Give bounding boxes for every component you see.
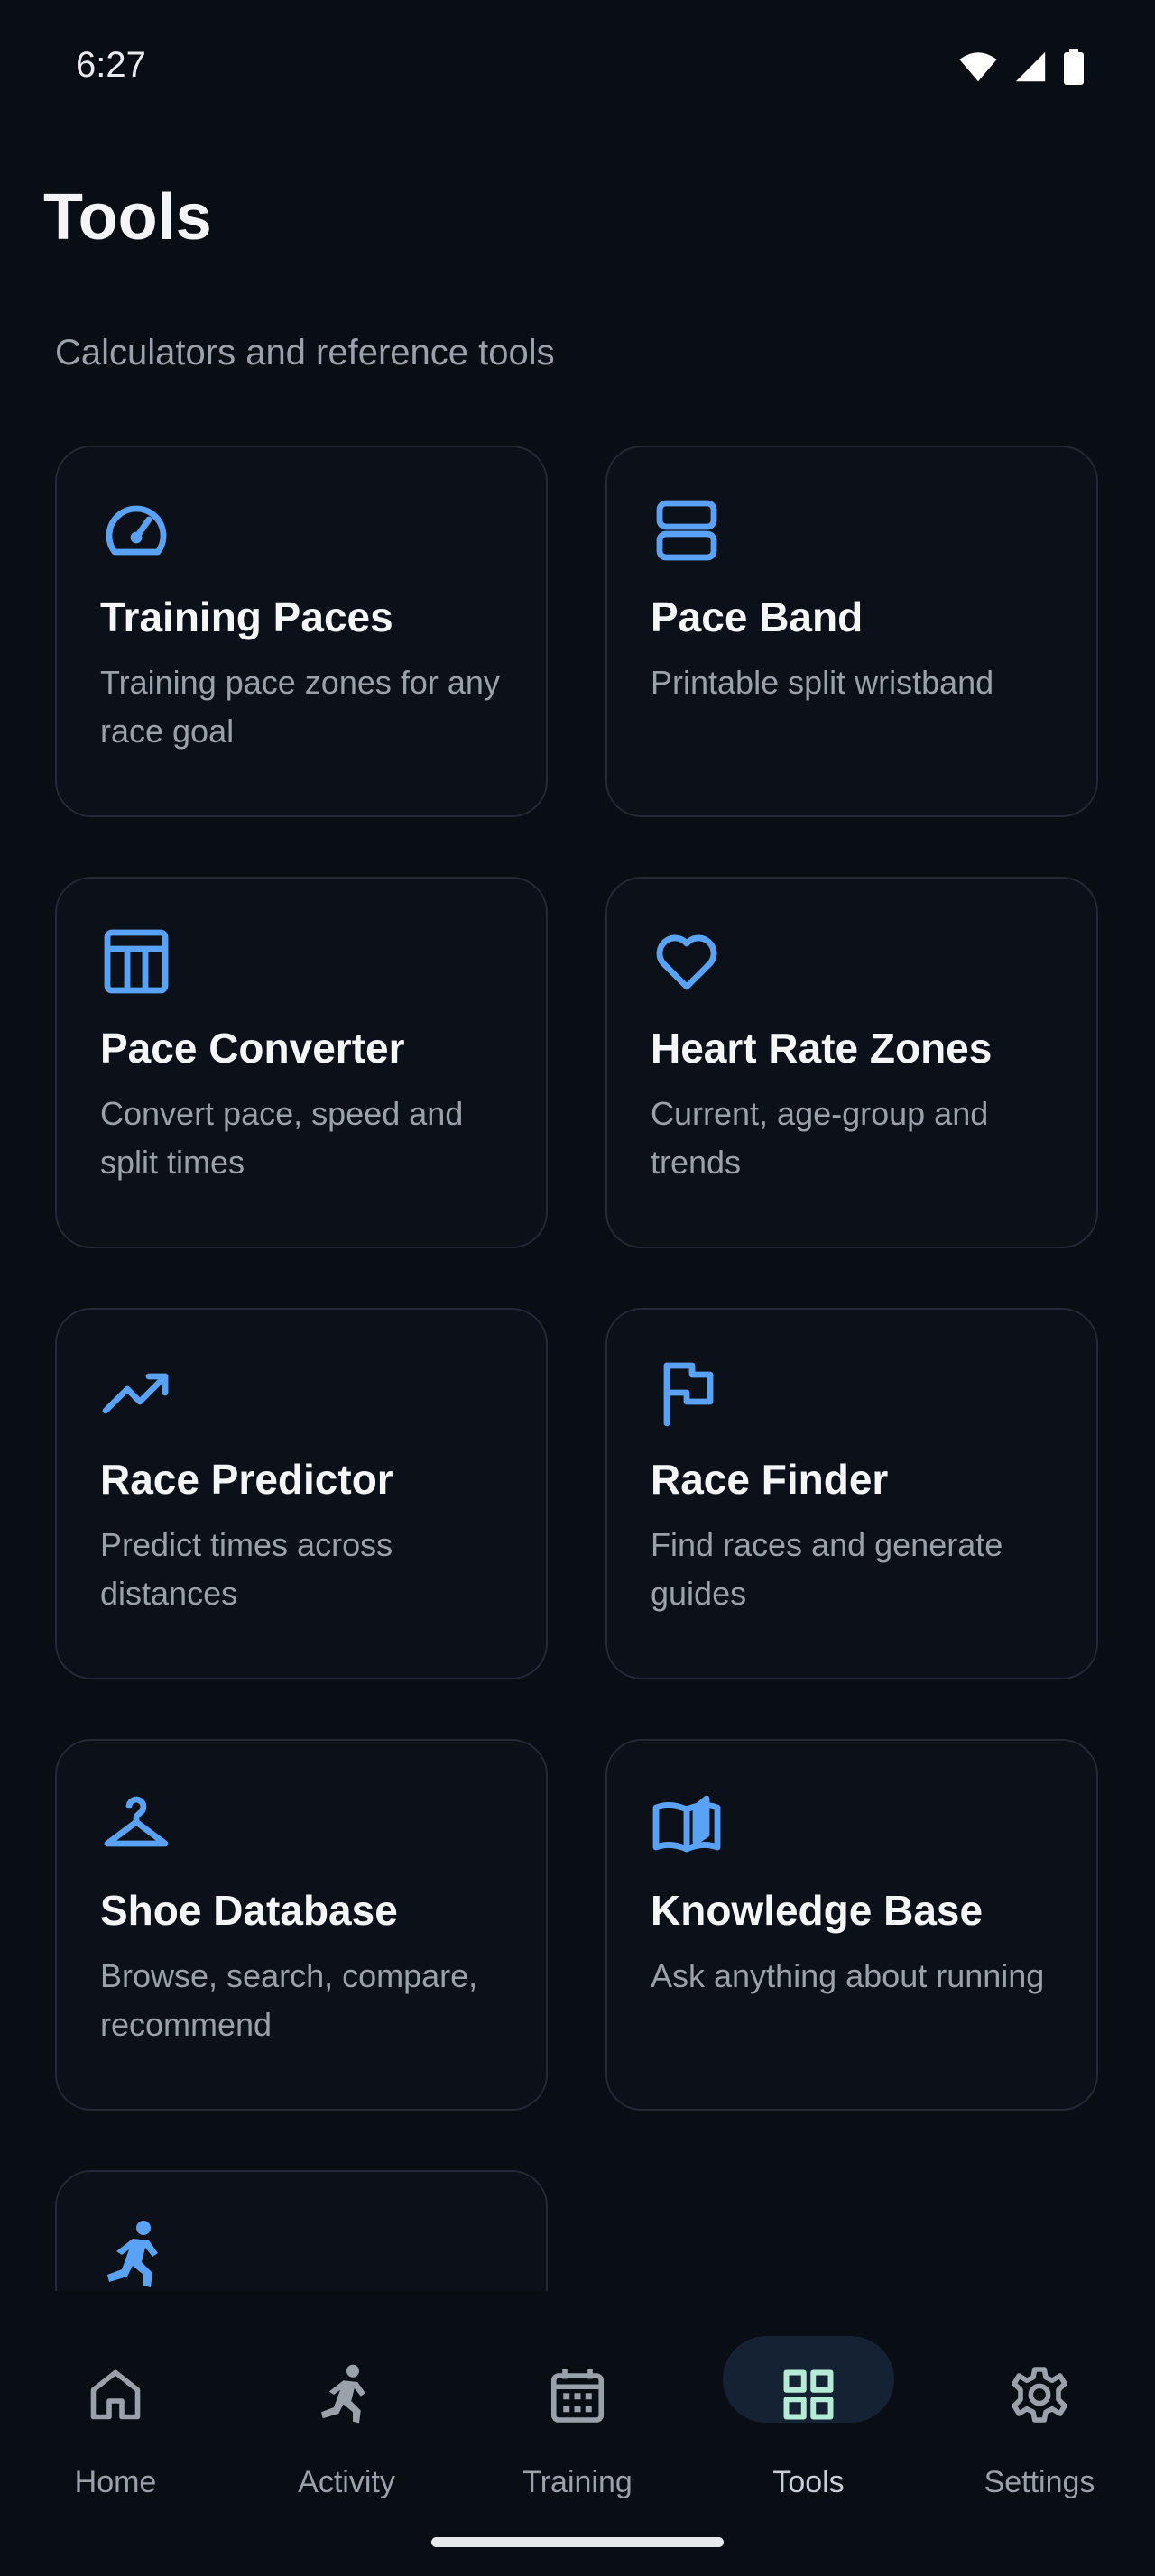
home-indicator[interactable]	[431, 2537, 724, 2547]
card-description: Current, age-group and trends	[651, 1095, 989, 1181]
card-description: Convert pace, speed and split times	[100, 1095, 464, 1181]
calendar-icon	[550, 2369, 605, 2423]
card-title: Race Predictor	[100, 1456, 393, 1503]
nav-item-settings[interactable]: Settings	[924, 2336, 1155, 2499]
card-description: Ask anything about running	[651, 1957, 1045, 1994]
tool-card-shoe-database[interactable]: Shoe Database Browse, search, compare, r…	[55, 1739, 548, 2111]
card-title: Knowledge Base	[651, 1887, 984, 1934]
card-description: Printable split wristband	[651, 664, 994, 701]
nav-item-training[interactable]: Training	[462, 2336, 693, 2499]
signal-icon	[1015, 51, 1046, 82]
hanger-icon	[104, 1796, 169, 1847]
status-time: 6:27	[76, 45, 146, 85]
card-title: Shoe Database	[100, 1887, 398, 1934]
speedometer-icon	[106, 505, 167, 556]
book-icon	[652, 1795, 721, 1853]
tool-card-heart-rate-zones[interactable]: Heart Rate Zones Current, age-group and …	[605, 877, 1098, 1248]
tool-card-training-paces[interactable]: Training Paces Training pace zones for a…	[55, 446, 548, 817]
tools-grid: Training Paces Training pace zones for a…	[0, 446, 1155, 2291]
page-title: Tools	[43, 181, 212, 253]
card-description: Find races and generate guides	[651, 1526, 1003, 1612]
card-title: Pace Band	[651, 593, 864, 640]
runner-icon	[107, 2221, 158, 2287]
nav-item-home[interactable]: Home	[0, 2336, 231, 2499]
nav-label: Training	[522, 2465, 633, 2499]
battery-icon	[1064, 49, 1084, 85]
runner-icon	[321, 2364, 365, 2424]
nav-label: Settings	[984, 2465, 1095, 2499]
trending-up-icon	[102, 1373, 169, 1414]
card-title: Pace Converter	[100, 1025, 405, 1072]
wifi-icon	[959, 52, 997, 82]
band-icon	[656, 500, 717, 561]
tool-card-pace-converter[interactable]: Pace Converter Convert pace, speed and s…	[55, 877, 548, 1248]
grid-icon	[783, 2369, 834, 2420]
nav-item-activity[interactable]: Activity	[231, 2336, 462, 2499]
nav-label: Tools	[772, 2465, 845, 2499]
status-bar: 6:27	[0, 0, 1155, 135]
nav-item-tools[interactable]: Tools	[693, 2336, 924, 2499]
heart-icon	[656, 934, 717, 990]
card-description: Training pace zones for any race goal	[100, 664, 500, 750]
home-icon	[90, 2369, 141, 2420]
status-icons	[958, 49, 1085, 85]
gear-icon	[1012, 2367, 1067, 2423]
nav-label: Home	[74, 2465, 157, 2499]
card-description: Browse, search, compare, recommend	[100, 1957, 478, 2043]
card-title: Heart Rate Zones	[651, 1025, 993, 1072]
tool-card-race-predictor[interactable]: Race Predictor Predict times across dist…	[55, 1308, 548, 1679]
tool-card-knowledge-base[interactable]: Knowledge Base Ask anything about runnin…	[605, 1739, 1098, 2111]
nav-label: Activity	[298, 2465, 395, 2499]
tool-card-pace-band[interactable]: Pace Band Printable split wristband	[605, 446, 1098, 817]
tool-card-partial[interactable]	[55, 2170, 548, 2291]
flag-icon	[663, 1362, 714, 1427]
page-subtitle: Calculators and reference tools	[55, 333, 555, 373]
card-description: Predict times across distances	[100, 1526, 393, 1612]
card-title: Training Paces	[100, 593, 393, 640]
table-icon	[104, 929, 169, 994]
card-title: Race Finder	[651, 1456, 889, 1503]
tool-card-race-finder[interactable]: Race Finder Find races and generate guid…	[605, 1308, 1098, 1679]
bottom-nav: Home Activity Training Tools Settings	[0, 2291, 1155, 2576]
